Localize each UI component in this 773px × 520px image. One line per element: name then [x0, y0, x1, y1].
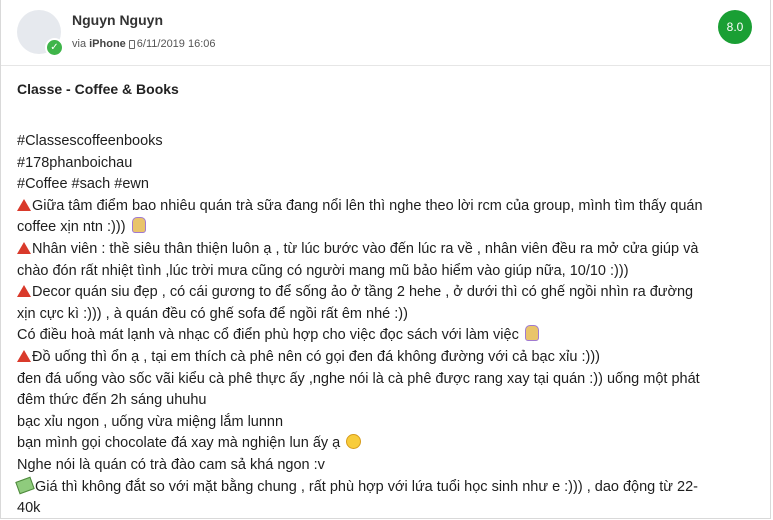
- via-device: iPhone: [89, 38, 126, 50]
- via-label: via: [72, 38, 87, 50]
- body-line: Có điều hoà mát lạnh và nhạc cổ điển phù…: [17, 325, 762, 347]
- score-badge: 8.0: [718, 10, 752, 44]
- red-triangle-icon: [17, 198, 31, 211]
- body-line: coffee xịn ntn :))): [17, 217, 762, 239]
- red-triangle-icon: [17, 285, 31, 298]
- body-line-hashtag-3: #Coffee #sach #ewn: [17, 176, 149, 193]
- body-line-hashtag-2: #178phanboichau: [17, 154, 133, 171]
- post-body: #Classescoffeenbooks #178phanboichau #Co…: [15, 131, 762, 518]
- person-emoji-icon: [131, 217, 146, 234]
- verified-check-icon: ✓: [45, 38, 64, 57]
- author-name[interactable]: Nguyn Nguyn: [72, 12, 163, 28]
- laughing-emoji-icon: [346, 434, 362, 450]
- body-line: Đồ uống thì ổn ạ , tại em thích cà phê n…: [17, 347, 762, 369]
- body-line: bạn mình gọi chocolate đá xay mà nghiện …: [17, 433, 762, 455]
- review-card: ✓ Nguyn Nguyn via iPhone 6/11/2019 16:06 …: [0, 0, 771, 519]
- money-emoji-icon: [15, 476, 35, 494]
- body-line: Giữa tâm điểm bao nhiêu quán trà sữa đan…: [17, 196, 762, 218]
- body-line: xịn cực kì :))) , à quán đều có ghế sofa…: [17, 305, 408, 322]
- body-line: đen đá uống vào sốc vãi kiểu cà phê thực…: [17, 370, 700, 387]
- body-line: Nhân viên : thề siêu thân thiện luôn ạ ,…: [17, 239, 762, 261]
- body-line: Giá thì không đắt so với mặt bằng chung …: [15, 476, 762, 499]
- body-line: 40k: [17, 500, 41, 517]
- body-line: Nghe nói là quán có trà đào cam sả khá n…: [17, 456, 325, 473]
- red-triangle-icon: [17, 349, 31, 362]
- body-line: đêm thức đến 2h sáng uhuhu: [17, 392, 207, 409]
- red-triangle-icon: [17, 241, 31, 254]
- body-line: chào đón rất nhiệt tình ,lúc trời mưa cũ…: [17, 262, 629, 279]
- post-title: Classe - Coffee & Books: [17, 81, 179, 97]
- post-timestamp: 6/11/2019 16:06: [136, 38, 216, 50]
- body-line: bạc xỉu ngon , uống vừa miệng lắm lunnn: [17, 413, 284, 430]
- body-line-hashtag-1: #Classescoffeenbooks: [17, 133, 163, 149]
- divider: [1, 65, 770, 66]
- body-line: Decor quán siu đẹp , có cái gương to để …: [17, 282, 762, 304]
- person-emoji-icon: [524, 325, 539, 342]
- phone-icon: [128, 39, 135, 49]
- post-meta: via iPhone 6/11/2019 16:06: [72, 38, 216, 50]
